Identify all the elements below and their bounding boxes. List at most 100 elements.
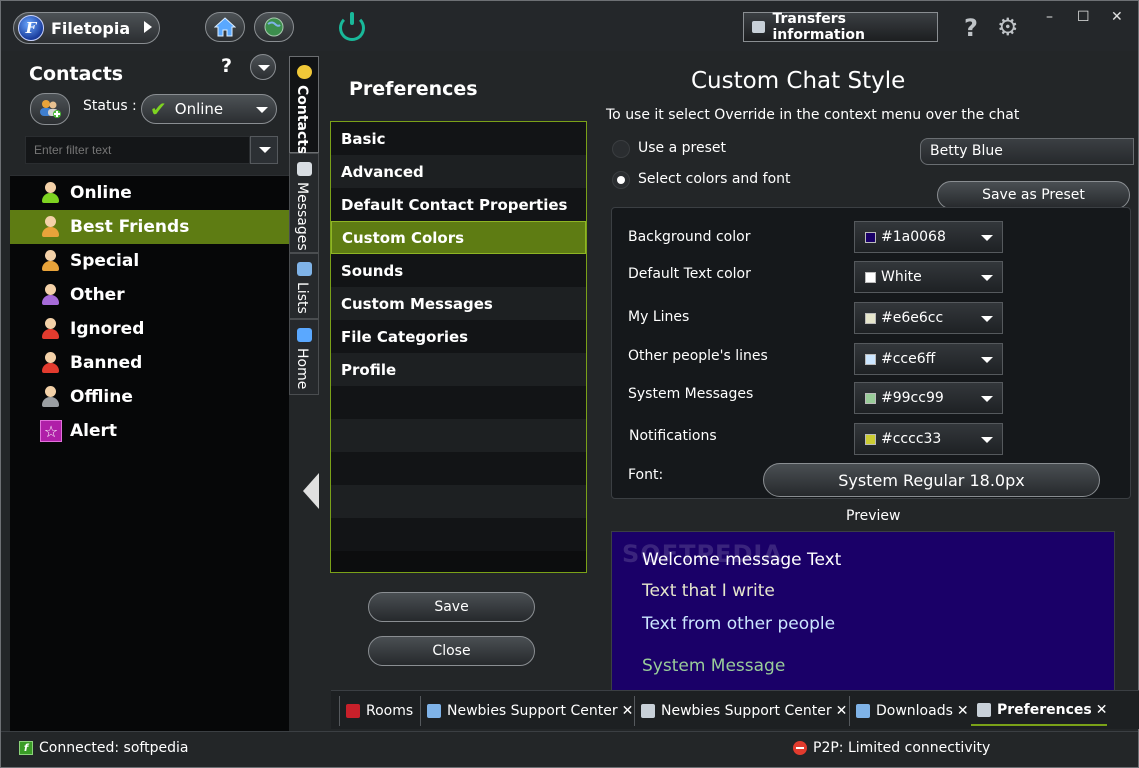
preset-select[interactable]: Betty Blue	[920, 138, 1134, 165]
pref-item-basic[interactable]: Basic	[331, 122, 586, 155]
pref-item-default-contact-properties[interactable]: Default Contact Properties	[331, 188, 586, 221]
person-icon	[40, 182, 62, 204]
preferences-menu: Basic Advanced Default Contact Properties C…	[330, 121, 587, 573]
globe-button[interactable]	[254, 12, 294, 42]
background-color-select[interactable]: #1a0068	[854, 221, 1003, 253]
font-select-button[interactable]: System Regular 18.0px	[763, 463, 1100, 497]
font-value: System Regular 18.0px	[838, 470, 1025, 490]
bottom-tab-newbies-support-center[interactable]: Newbies Support Center ✕	[420, 696, 633, 726]
tab-contacts-label: Contacts	[294, 85, 310, 155]
filter-dropdown-button[interactable]	[250, 136, 278, 164]
my-lines-label: My Lines	[628, 309, 690, 325]
power-icon[interactable]	[339, 12, 365, 41]
use-preset-radio[interactable]	[612, 140, 630, 158]
my-lines-select[interactable]: #e6e6cc	[854, 302, 1003, 334]
help-icon[interactable]: ?	[964, 14, 978, 42]
close-tab-icon[interactable]: ✕	[836, 703, 848, 719]
close-tab-icon[interactable]: ✕	[957, 703, 969, 719]
messages-icon	[297, 162, 312, 176]
limited-connectivity-icon	[793, 741, 807, 755]
tab-messages[interactable]: Messages	[289, 153, 319, 253]
bottom-tab-rooms[interactable]: Rooms	[339, 696, 413, 726]
notifications-select[interactable]: #cccc33	[854, 423, 1003, 455]
contact-group-special[interactable]: Special	[10, 244, 289, 278]
tab-lists[interactable]: Lists	[289, 253, 319, 319]
pref-item-custom-messages[interactable]: Custom Messages	[331, 287, 586, 320]
bottom-tab-preferences[interactable]: Preferences ✕	[971, 696, 1108, 726]
tab-home[interactable]: Home	[289, 319, 319, 395]
contact-group-offline[interactable]: Offline	[10, 380, 289, 414]
default-text-color-select[interactable]: White	[854, 261, 1003, 293]
contact-group-label: Other	[70, 285, 125, 305]
person-head	[45, 352, 56, 363]
pref-item-custom-colors[interactable]: Custom Colors	[331, 221, 586, 254]
home-button[interactable]	[205, 12, 245, 42]
preview-my-text: Text that I write	[642, 581, 775, 601]
pref-item-file-categories[interactable]: File Categories	[331, 320, 586, 353]
contacts-title: Contacts	[29, 63, 124, 85]
pref-item-advanced[interactable]: Advanced	[331, 155, 586, 188]
notifications-label: Notifications	[629, 428, 717, 444]
contacts-options-dropdown[interactable]	[250, 54, 276, 80]
select-colors-radio[interactable]	[612, 171, 630, 189]
tab-contacts[interactable]: Contacts	[289, 56, 319, 155]
checkmark-icon: ✔	[150, 97, 167, 121]
close-tab-icon[interactable]: ✕	[1096, 702, 1108, 718]
contact-group-label: Best Friends	[70, 217, 190, 237]
system-messages-label: System Messages	[628, 386, 754, 402]
contact-group-label: Offline	[70, 387, 133, 407]
contact-group-banned[interactable]: Banned	[10, 346, 289, 380]
app-menu-button[interactable]: F Filetopia	[13, 12, 160, 44]
status-value: Online	[174, 100, 224, 118]
status-select[interactable]: ✔ Online	[141, 94, 277, 124]
pref-empty-row	[331, 452, 586, 485]
chevron-down-icon	[981, 275, 993, 281]
contact-group-alert[interactable]: ☆ Alert	[10, 414, 289, 448]
pref-empty-row	[331, 485, 586, 518]
system-messages-select[interactable]: #99cc99	[854, 382, 1003, 414]
contact-group-ignored[interactable]: Ignored	[10, 312, 289, 346]
bottom-tab-newbies-support-center[interactable]: Newbies Support Center ✕	[634, 696, 847, 726]
close-button[interactable]: Close	[368, 636, 535, 666]
tab-icon	[427, 704, 441, 718]
collapse-panel-arrow-icon[interactable]	[303, 473, 319, 509]
contacts-filter-input[interactable]	[25, 136, 250, 164]
gear-icon[interactable]: ⚙	[997, 13, 1019, 41]
person-body	[42, 329, 59, 339]
add-contact-icon	[40, 100, 61, 118]
preview-label: Preview	[846, 508, 901, 524]
bottom-tab-downloads[interactable]: Downloads ✕	[849, 696, 969, 726]
bottom-tab-label: Newbies Support Center	[447, 703, 618, 719]
font-label: Font:	[628, 467, 664, 483]
use-preset-label: Use a preset	[638, 140, 726, 156]
close-window-icon[interactable]: ✕	[1111, 9, 1123, 25]
person-icon	[40, 250, 62, 272]
select-colors-label: Select colors and font	[638, 171, 791, 187]
background-color-value: #1a0068	[881, 229, 946, 245]
contact-group-other[interactable]: Other	[10, 278, 289, 312]
save-button[interactable]: Save	[368, 592, 535, 622]
other-people-s-lines-value: #cce6ff	[881, 351, 936, 367]
person-icon	[40, 386, 62, 408]
preview-system-text: System Message	[642, 656, 786, 676]
other-people-s-lines-select[interactable]: #cce6ff	[854, 343, 1003, 375]
contact-group-best-friends[interactable]: Best Friends	[10, 210, 289, 244]
contact-group-label: Alert	[70, 421, 118, 441]
maximize-icon[interactable]: ☐	[1077, 9, 1090, 25]
transfers-info-button[interactable]: Transfers information	[743, 11, 938, 43]
contact-group-label: Banned	[70, 353, 143, 373]
top-toolbar: F Filetopia Transfers information ? ⚙ – …	[1, 1, 1138, 51]
bottom-tab-label: Downloads	[876, 703, 953, 719]
contacts-help-icon[interactable]: ?	[221, 55, 232, 77]
tab-icon	[346, 704, 360, 718]
save-as-preset-button[interactable]: Save as Preset	[937, 181, 1130, 209]
pref-item-sounds[interactable]: Sounds	[331, 254, 586, 287]
add-contact-button[interactable]	[30, 93, 70, 125]
pref-item-profile[interactable]: Profile	[331, 353, 586, 386]
default-text-color-value: White	[881, 269, 922, 285]
color-swatch	[865, 433, 876, 445]
minimize-icon[interactable]: –	[1046, 9, 1053, 25]
contact-group-online[interactable]: Online	[10, 176, 289, 210]
person-head	[45, 182, 56, 193]
close-tab-icon[interactable]: ✕	[622, 703, 634, 719]
